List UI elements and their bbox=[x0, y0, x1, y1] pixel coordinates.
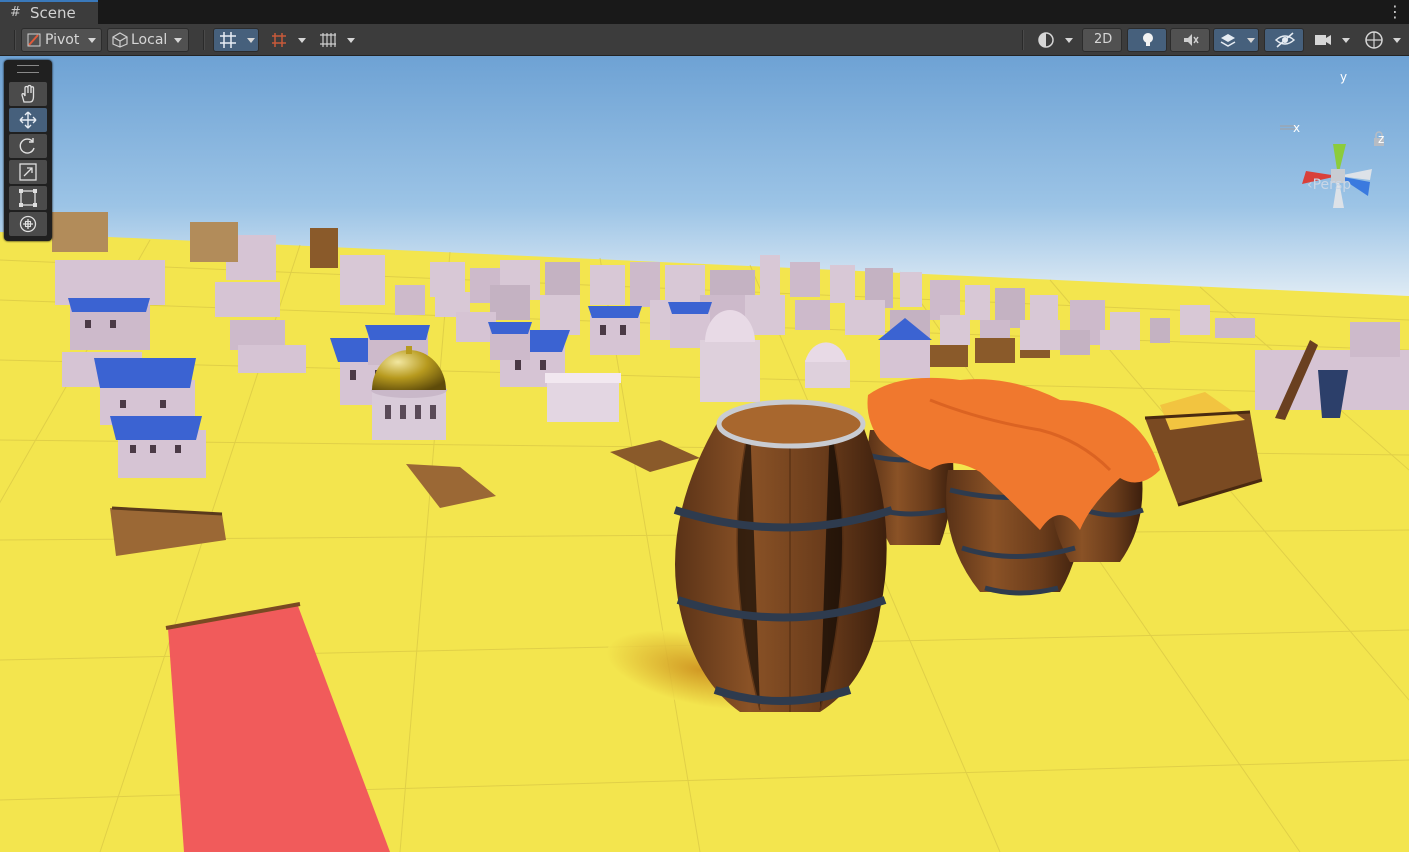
chevron-down-icon bbox=[88, 38, 96, 43]
grid-plane-icon bbox=[320, 33, 336, 47]
rect-tool[interactable] bbox=[9, 186, 47, 210]
projection-toggle[interactable]: ‹Persp bbox=[1307, 177, 1351, 193]
chevron-down-icon bbox=[174, 38, 182, 43]
scene-window: # Scene ⋮ Pivot Local 2D y x z ‹Persp bbox=[0, 0, 1409, 852]
gizmos-dropdown[interactable] bbox=[1359, 28, 1405, 52]
move-arrows-icon bbox=[19, 111, 37, 129]
grid-snap-icon bbox=[220, 32, 236, 48]
shading-mode-dropdown[interactable] bbox=[1031, 28, 1077, 52]
tab-scene-label: Scene bbox=[30, 4, 76, 22]
light-bulb-icon bbox=[1143, 33, 1153, 46]
palette-grip[interactable] bbox=[17, 65, 39, 73]
chevron-down-icon bbox=[347, 38, 355, 43]
view-2d-label: 2D bbox=[1094, 32, 1113, 47]
gizmo-globe-icon bbox=[1365, 31, 1383, 49]
pivot-label: Pivot bbox=[45, 32, 80, 48]
gizmo-y-label: y bbox=[1340, 70, 1348, 84]
flat-building-roof bbox=[545, 373, 621, 383]
local-label: Local bbox=[131, 32, 168, 48]
kebab-menu-icon[interactable]: ⋮ bbox=[1387, 2, 1403, 22]
effects-dropdown[interactable] bbox=[1213, 28, 1259, 52]
pivot-dropdown[interactable]: Pivot bbox=[21, 28, 102, 52]
view-2d-toggle[interactable]: 2D bbox=[1082, 28, 1122, 52]
scene-viewport[interactable]: y x z ‹Persp bbox=[0, 56, 1409, 852]
hand-tool[interactable] bbox=[9, 82, 47, 106]
camera-icon bbox=[1315, 35, 1331, 45]
move-tool[interactable] bbox=[9, 108, 47, 132]
scale-tool[interactable] bbox=[9, 160, 47, 184]
hand-icon bbox=[21, 84, 35, 103]
tool-palette bbox=[4, 60, 52, 241]
pivot-icon bbox=[27, 33, 41, 47]
lighting-toggle[interactable] bbox=[1127, 28, 1167, 52]
toolbar-separator bbox=[203, 30, 205, 50]
muted-speaker-icon bbox=[1184, 34, 1199, 46]
increment-snap-toggle[interactable] bbox=[264, 28, 310, 52]
scene-toolbar: Pivot Local 2D bbox=[0, 24, 1409, 56]
chevron-down-icon bbox=[247, 38, 255, 43]
layers-effects-icon bbox=[1220, 34, 1236, 47]
transform-tool[interactable] bbox=[9, 212, 47, 236]
local-dropdown[interactable]: Local bbox=[107, 28, 189, 52]
front-barrel bbox=[673, 399, 894, 712]
scene-render bbox=[0, 56, 1409, 852]
transform-icon bbox=[19, 215, 37, 233]
rotate-tool[interactable] bbox=[9, 134, 47, 158]
chevron-down-icon bbox=[298, 38, 306, 43]
flat-building bbox=[547, 380, 619, 422]
scene-visibility-toggle[interactable] bbox=[1264, 28, 1304, 52]
hidden-eye-icon bbox=[1274, 32, 1296, 48]
cube-icon bbox=[112, 32, 128, 48]
gizmo-z-label: z bbox=[1378, 132, 1385, 146]
increment-snap-icon bbox=[272, 33, 286, 47]
toolbar-separator bbox=[1022, 30, 1024, 50]
shading-sphere-icon bbox=[1038, 32, 1054, 48]
gizmo-x-label: x bbox=[1293, 121, 1301, 135]
chevron-down-icon bbox=[1247, 38, 1255, 43]
rotate-icon bbox=[19, 138, 35, 154]
audio-toggle[interactable] bbox=[1170, 28, 1210, 52]
grid-visibility-toggle[interactable] bbox=[313, 28, 359, 52]
tab-scene[interactable]: # Scene bbox=[0, 0, 98, 24]
tab-bar: # Scene ⋮ bbox=[0, 0, 1409, 24]
chevron-down-icon bbox=[1393, 38, 1401, 43]
hash-grid-icon: # bbox=[10, 5, 21, 20]
chevron-down-icon bbox=[1065, 38, 1073, 43]
camera-settings-dropdown[interactable] bbox=[1308, 28, 1354, 52]
toolbar-separator bbox=[14, 30, 16, 50]
chevron-down-icon bbox=[1342, 38, 1350, 43]
rect-transform-icon bbox=[19, 189, 37, 207]
scale-icon bbox=[19, 163, 37, 181]
grid-snap-toggle[interactable] bbox=[213, 28, 259, 52]
